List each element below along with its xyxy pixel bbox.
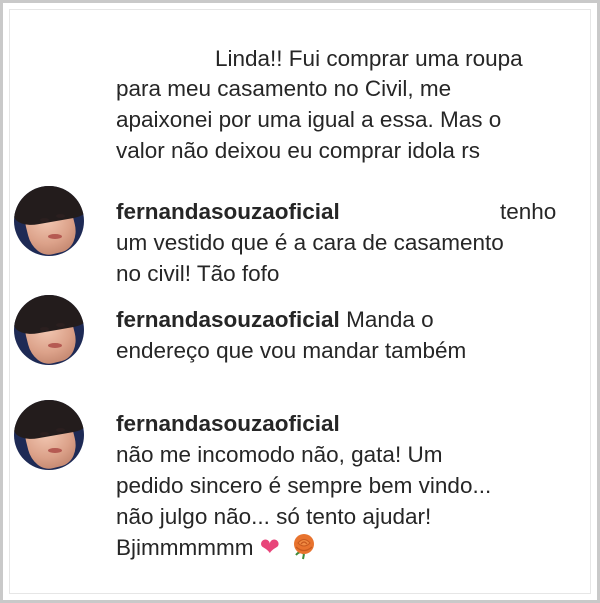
comment-2-line-3: no civil! Tão fofo [116,261,280,286]
avatar[interactable] [14,295,84,365]
comment-3-line-1: fernandasouzaoficial Manda o [116,304,434,335]
screenshot-frame: Linda!! Fui comprar uma roupa para meu c… [0,0,600,603]
comment-1-line-1: Linda!! Fui comprar uma roupa [215,46,523,71]
rose-emoji [294,534,315,560]
comment-1-line-4: valor não deixou eu comprar idola rs [116,138,480,163]
heart-emoji: ❤ [259,534,280,561]
comment-3-username[interactable]: fernandasouzaoficial [116,307,340,332]
comment-3-line-2: endereço que vou mandar também [116,338,467,363]
comment-2-username[interactable]: fernandasouzaoficial [116,196,340,227]
comment-4-line-4: Bjimmmmmm ❤ [116,532,318,563]
comment-4-line-1: não me incomodo não, gata! Um [116,442,443,467]
comment-4-username[interactable]: fernandasouzaoficial [116,408,340,439]
comment-4-line-2: pedido sincero é sempre bem vindo... [116,473,492,498]
comment-1-line-2: para meu casamento no Civil, me [116,76,452,101]
comment-2-line-1: tenho [500,199,557,224]
avatar[interactable] [14,186,84,256]
comment-1-line-3: apaixonei por uma igual a essa. Mas o [116,107,502,132]
comment-4-line-3: não julgo não... só tento ajudar! [116,504,432,529]
comment-3-text: Manda o [346,307,434,332]
avatar[interactable] [14,400,84,470]
comment-thread: Linda!! Fui comprar uma roupa para meu c… [9,9,591,594]
comment-2-line-2: um vestido que é a cara de casamento [116,230,504,255]
comment-4-signoff: Bjimmmmmm [116,535,254,560]
